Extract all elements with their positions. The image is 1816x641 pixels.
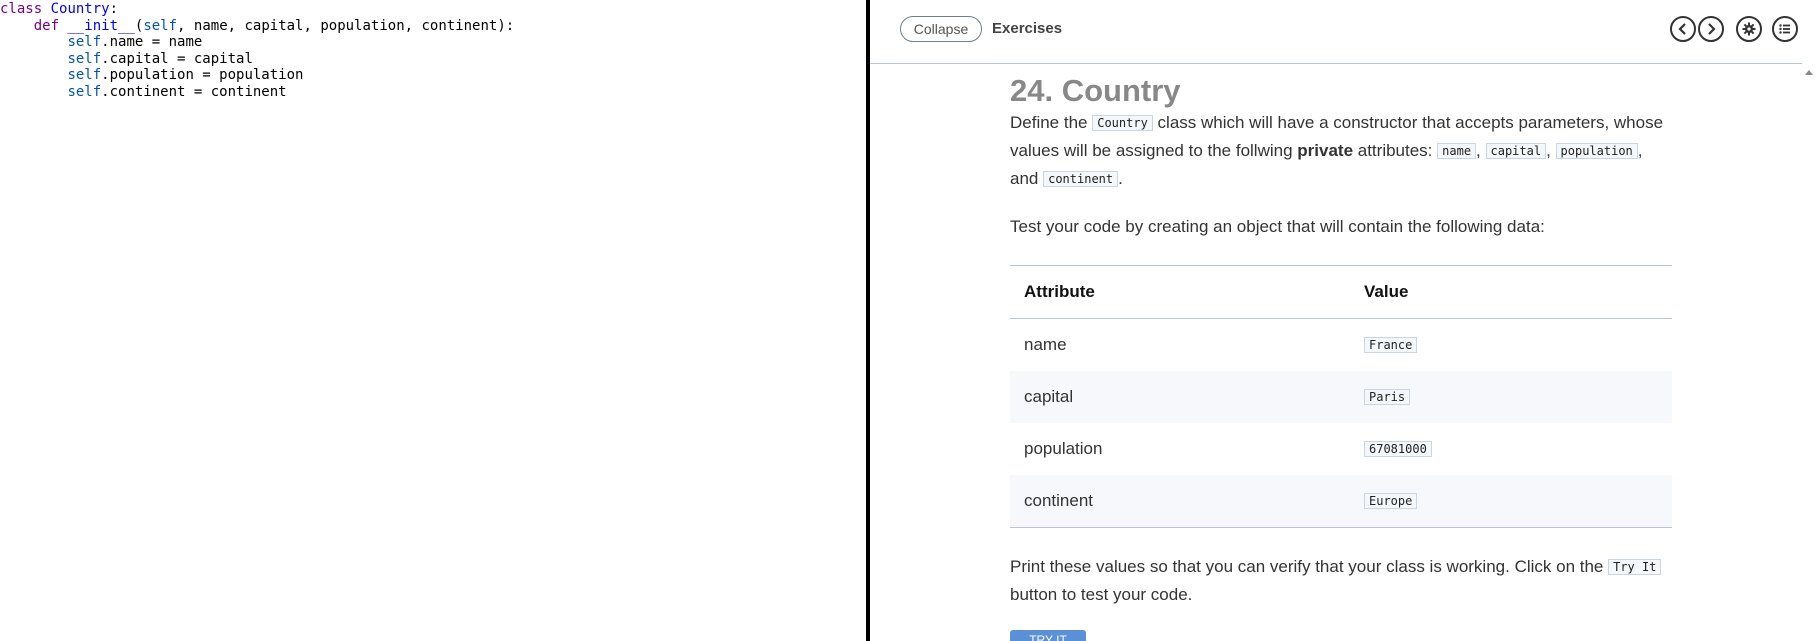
scrollbar[interactable] xyxy=(1802,63,1816,641)
exercise-title: 24. Country xyxy=(1010,73,1181,108)
row-attribute: capital xyxy=(1024,387,1074,406)
scroll-up-arrow-icon[interactable] xyxy=(1805,70,1813,75)
text-span: attributes: xyxy=(1353,141,1438,160)
inline-code: capital xyxy=(1485,143,1547,159)
row-attribute: population xyxy=(1024,439,1103,458)
inline-code: Europe xyxy=(1364,493,1418,509)
collapse-button[interactable]: Collapse xyxy=(900,16,982,42)
gear-icon[interactable] xyxy=(1736,16,1762,42)
inline-code: population xyxy=(1555,143,1638,159)
exercise-description: Define the Country class which will have… xyxy=(1010,109,1672,193)
code-token: .capital = capital xyxy=(101,50,253,67)
inline-code: continent xyxy=(1043,171,1119,187)
code-token: Country xyxy=(50,1,110,17)
print-instructions: Print these values so that you can verif… xyxy=(1010,553,1672,608)
exercise-panel: Collapse Exercises 24. Country Define th… xyxy=(870,0,1816,641)
code-token: def xyxy=(33,17,60,34)
list-icon[interactable] xyxy=(1772,16,1798,42)
inline-code: Country xyxy=(1092,115,1153,131)
inline-code: 67081000 xyxy=(1364,441,1432,457)
table-row: capital Paris xyxy=(1010,371,1672,423)
code-token: .continent = continent xyxy=(101,83,287,100)
code-token: self xyxy=(67,50,102,67)
test-instructions: Test your code by creating an object tha… xyxy=(1010,217,1545,236)
code-token: .population = population xyxy=(101,67,304,83)
inline-code: name xyxy=(1437,143,1477,159)
panel-header: Collapse Exercises xyxy=(870,0,1816,64)
row-attribute: continent xyxy=(1024,491,1093,510)
text-span: , xyxy=(1476,141,1486,160)
row-value: 67081000 xyxy=(1364,439,1432,459)
table-row: name France xyxy=(1010,319,1672,371)
table-header: Attribute Value xyxy=(1010,266,1672,319)
text-span: . xyxy=(1118,169,1123,188)
code-editor[interactable]: class Country: def __init__(self, name, … xyxy=(0,0,866,641)
data-table: Attribute Value name France capital Pari… xyxy=(1010,265,1672,528)
text-span: , xyxy=(1546,141,1556,160)
table-row: population 67081000 xyxy=(1010,423,1672,475)
code-token: self xyxy=(67,67,102,83)
column-header-attribute: Attribute xyxy=(1024,282,1095,301)
code-line[interactable]: self.continent = continent xyxy=(0,83,287,102)
text-span: Define the xyxy=(1010,113,1093,132)
text-span: Print these values so that you can verif… xyxy=(1010,557,1609,576)
code-token: self xyxy=(143,17,178,34)
code-token: __init__ xyxy=(67,17,135,34)
table-row: continent Europe xyxy=(1010,475,1672,527)
code-token: .name = name xyxy=(101,34,203,50)
inline-code: France xyxy=(1364,337,1418,353)
text-span: button to test your code. xyxy=(1010,585,1193,604)
column-header-value: Value xyxy=(1364,282,1409,301)
row-value: France xyxy=(1364,335,1418,355)
row-attribute: name xyxy=(1024,335,1067,354)
row-value: Europe xyxy=(1364,491,1418,511)
bold-text: private xyxy=(1297,141,1354,160)
inline-code: Try It xyxy=(1608,559,1662,575)
inline-code: Paris xyxy=(1364,389,1411,405)
try-it-button[interactable]: TRY IT xyxy=(1010,630,1086,641)
row-value: Paris xyxy=(1364,387,1411,407)
code-token: : xyxy=(109,1,119,17)
chevron-left-icon[interactable] xyxy=(1670,16,1696,42)
header-title: Exercises xyxy=(992,20,1063,37)
code-token: self xyxy=(67,83,102,100)
code-token: , name, capital, population, continent): xyxy=(177,17,515,34)
chevron-right-icon[interactable] xyxy=(1698,16,1724,42)
code-token: self xyxy=(67,34,102,50)
code-token: class xyxy=(0,1,43,17)
